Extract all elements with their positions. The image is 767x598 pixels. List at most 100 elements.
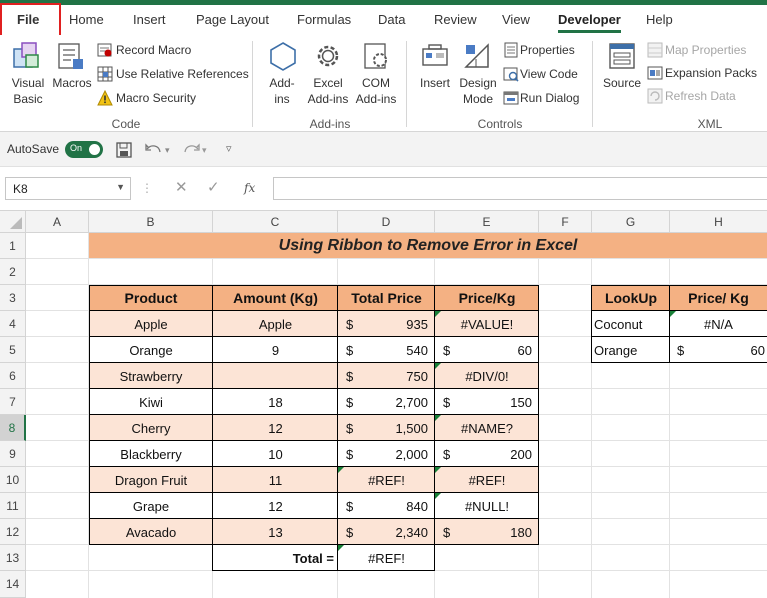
insert-function-icon[interactable]: fx [244,180,255,196]
row-header[interactable]: 6 [0,363,26,389]
total-label[interactable]: Total = [213,545,334,571]
price-cell[interactable]: #VALUE! [435,311,539,337]
error-flag-icon[interactable] [435,311,441,317]
row-header[interactable]: 10 [0,467,26,493]
lookup-value-cell[interactable]: #N/A [670,311,767,337]
total-cell[interactable]: 2,340 [360,519,428,545]
amount-cell[interactable]: 12 [213,415,338,441]
error-flag-icon[interactable] [670,311,676,317]
total-cell[interactable]: 840 [360,493,428,519]
error-flag-icon[interactable] [435,493,441,499]
total-cell[interactable]: 935 [360,311,428,337]
product-cell[interactable]: Avacado [89,519,213,545]
column-header-c[interactable]: C [213,211,338,233]
amount-cell[interactable]: Apple [213,311,338,337]
row-header[interactable]: 4 [0,311,26,337]
tab-formulas[interactable]: Formulas [297,5,351,35]
autosave-toggle[interactable]: On [65,141,103,158]
row-header[interactable]: 5 [0,337,26,363]
row-header[interactable]: 9 [0,441,26,467]
column-header-a[interactable]: A [26,211,89,233]
code-group-label: Code [111,117,141,131]
select-all-corner[interactable] [0,211,26,233]
lookup-item-cell[interactable]: Orange [594,337,668,363]
row-header[interactable]: 12 [0,519,26,545]
worksheet-grid[interactable]: A B C D E F G H 1 2 3 4 5 6 7 8 9 10 11 … [0,211,767,598]
product-cell[interactable]: Grape [89,493,213,519]
row-header[interactable]: 13 [0,545,26,571]
column-header-h[interactable]: H [670,211,767,233]
total-cell[interactable]: 2,700 [360,389,428,415]
tab-insert[interactable]: Insert [133,5,166,35]
error-flag-icon[interactable] [435,467,441,473]
visual-basic-label-1: Visual [11,76,45,90]
product-cell[interactable]: Apple [89,311,213,337]
save-icon[interactable] [116,142,132,158]
tab-home[interactable]: Home [69,5,104,35]
product-cell[interactable]: Dragon Fruit [89,467,213,493]
redo-icon[interactable] [182,142,200,158]
amount-cell[interactable]: 12 [213,493,338,519]
amount-cell[interactable]: 18 [213,389,338,415]
amount-cell[interactable]: 11 [213,467,338,493]
enter-icon[interactable]: ✓ [207,180,220,196]
row-header[interactable]: 7 [0,389,26,415]
row-header[interactable]: 1 [0,233,26,259]
tab-review[interactable]: Review [434,5,477,35]
total-cell[interactable]: 750 [360,363,428,389]
tab-help[interactable]: Help [646,5,673,35]
column-header-b[interactable]: B [89,211,213,233]
error-flag-icon[interactable] [435,363,441,369]
price-cell[interactable]: #DIV/0! [435,363,539,389]
price-cell[interactable]: 150 [455,389,532,415]
amount-cell[interactable]: 9 [213,337,338,363]
total-cell[interactable]: #REF! [338,467,435,493]
row-header[interactable]: 11 [0,493,26,519]
column-header-g[interactable]: G [592,211,670,233]
customize-qat-icon[interactable]: ▿ [226,141,232,157]
price-cell[interactable]: #REF! [435,467,539,493]
price-cell[interactable]: 60 [455,337,532,363]
column-header-f[interactable]: F [539,211,592,233]
product-cell[interactable]: Orange [89,337,213,363]
amount-cell[interactable] [213,363,338,389]
formula-input[interactable] [273,177,767,200]
price-cell[interactable]: 180 [455,519,532,545]
row-header-selected[interactable]: 8 [0,415,26,441]
cancel-icon[interactable]: ✕ [175,180,188,196]
tab-page-layout[interactable]: Page Layout [196,5,269,35]
total-cell[interactable]: 540 [360,337,428,363]
tab-view[interactable]: View [502,5,530,35]
error-flag-icon[interactable] [338,467,344,473]
total-value[interactable]: #REF! [338,545,435,571]
row-header[interactable]: 2 [0,259,26,285]
undo-icon[interactable] [145,142,163,158]
product-cell[interactable]: Cherry [89,415,213,441]
product-cell[interactable]: Blackberry [89,441,213,467]
row-header[interactable]: 14 [0,571,26,598]
sheet-title[interactable]: Using Ribbon to Remove Error in Excel [89,233,767,258]
product-cell[interactable]: Strawberry [89,363,213,389]
error-flag-icon[interactable] [435,415,441,421]
name-box-chevron-icon: ▼ [116,182,125,192]
column-header-d[interactable]: D [338,211,435,233]
undo-dropdown-chevron-icon[interactable]: ▾ [165,142,170,158]
name-box[interactable]: K8 ▼ [5,177,131,200]
product-cell[interactable]: Kiwi [89,389,213,415]
lookup-item-cell[interactable]: Coconut [594,311,668,337]
price-cell[interactable]: 200 [455,441,532,467]
lookup-value-cell[interactable]: 60 [690,337,765,363]
price-cell[interactable]: #NULL! [435,493,539,519]
amount-cell[interactable]: 13 [213,519,338,545]
macros-icon [58,43,83,69]
tab-developer[interactable]: Developer [558,5,621,35]
error-flag-icon[interactable] [338,545,344,551]
column-header-e[interactable]: E [435,211,539,233]
total-cell[interactable]: 1,500 [360,415,428,441]
tab-data[interactable]: Data [378,5,405,35]
total-cell[interactable]: 2,000 [360,441,428,467]
amount-cell[interactable]: 10 [213,441,338,467]
price-cell[interactable]: #NAME? [435,415,539,441]
row-header[interactable]: 3 [0,285,26,311]
redo-dropdown-chevron-icon[interactable]: ▾ [202,142,207,158]
